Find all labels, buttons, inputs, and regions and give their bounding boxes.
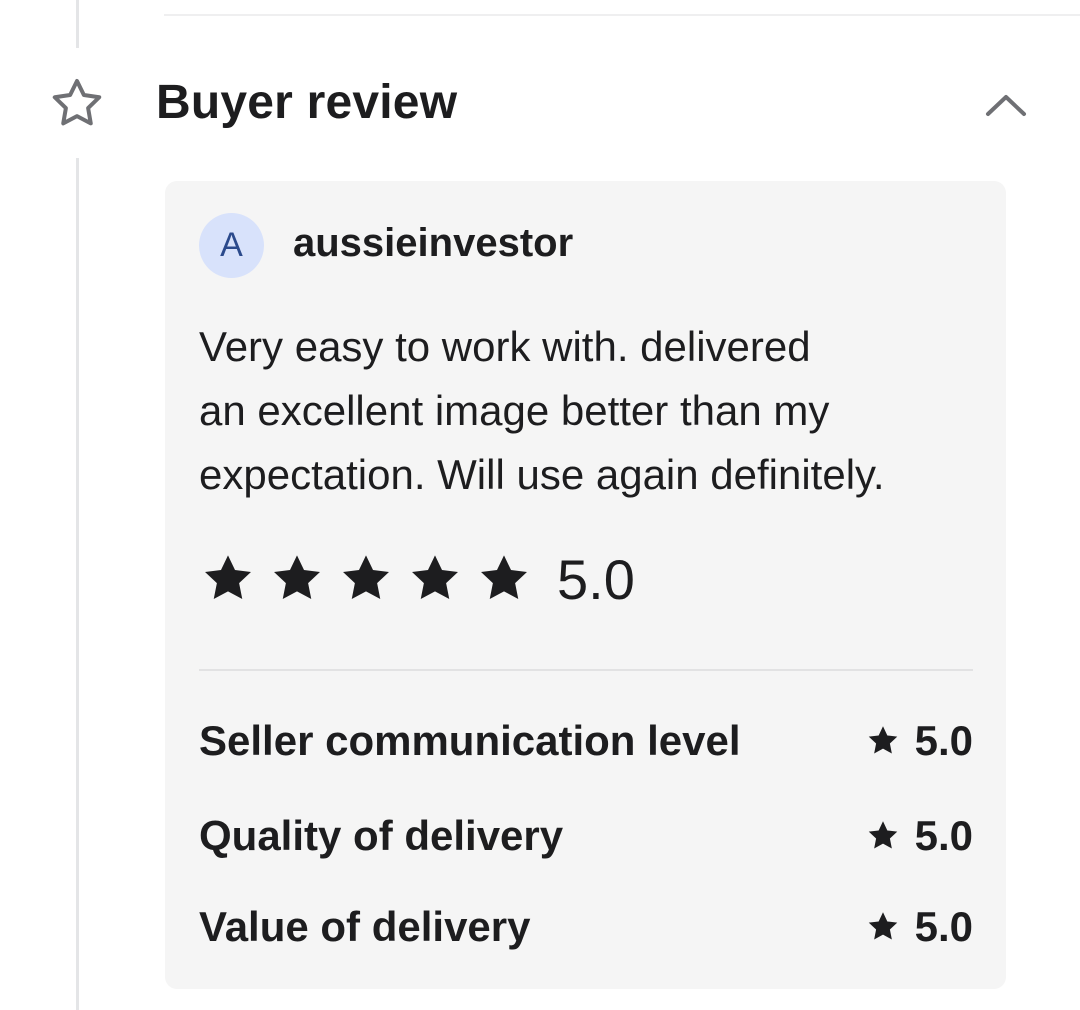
breakdown-rating: 5.0 — [865, 899, 973, 955]
review-card: A aussieinvestor Very easy to work with.… — [165, 181, 1006, 989]
star-rating — [199, 549, 544, 609]
star-filled-icon — [205, 555, 251, 600]
breakdown-value: 5.0 — [914, 903, 973, 950]
star-filled-icon — [274, 555, 320, 600]
review-text: Very easy to work with. delivered an exc… — [199, 323, 885, 498]
review-timeline-page: Buyer review A aussieinvestor Very easy … — [0, 0, 1080, 1010]
breakdown-label: Value of delivery — [199, 903, 531, 950]
star-filled-icon — [868, 726, 897, 754]
star-filled-icon — [343, 555, 389, 600]
timeline-line — [76, 0, 79, 48]
star-filled-icon — [481, 555, 527, 600]
reviewer-username[interactable]: aussieinvestor — [293, 219, 573, 267]
overall-rating-value: 5.0 — [557, 548, 635, 611]
star-filled-icon — [412, 555, 458, 600]
avatar[interactable]: A — [199, 213, 264, 278]
breakdown-row-value: Value of delivery 5.0 — [199, 899, 973, 955]
breakdown-row-communication: Seller communication level 5.0 — [199, 713, 973, 769]
chevron-up-icon — [986, 95, 1026, 116]
star-filled-icon — [868, 912, 897, 940]
breakdown-label: Quality of delivery — [199, 812, 564, 859]
breakdown-value: 5.0 — [914, 717, 973, 764]
star-filled-icon — [868, 821, 897, 849]
timeline-line — [76, 158, 79, 1010]
section-title: Buyer review — [156, 76, 458, 129]
breakdown-value: 5.0 — [914, 812, 973, 859]
breakdown-rating: 5.0 — [865, 713, 973, 769]
previous-section-divider — [164, 14, 1080, 16]
breakdown-label: Seller communication level — [199, 717, 741, 764]
breakdown-rating: 5.0 — [865, 808, 973, 864]
divider — [199, 669, 973, 671]
star-outline-icon — [52, 79, 102, 126]
breakdown-row-quality: Quality of delivery 5.0 — [199, 808, 973, 864]
collapse-toggle-button[interactable] — [978, 80, 1034, 130]
